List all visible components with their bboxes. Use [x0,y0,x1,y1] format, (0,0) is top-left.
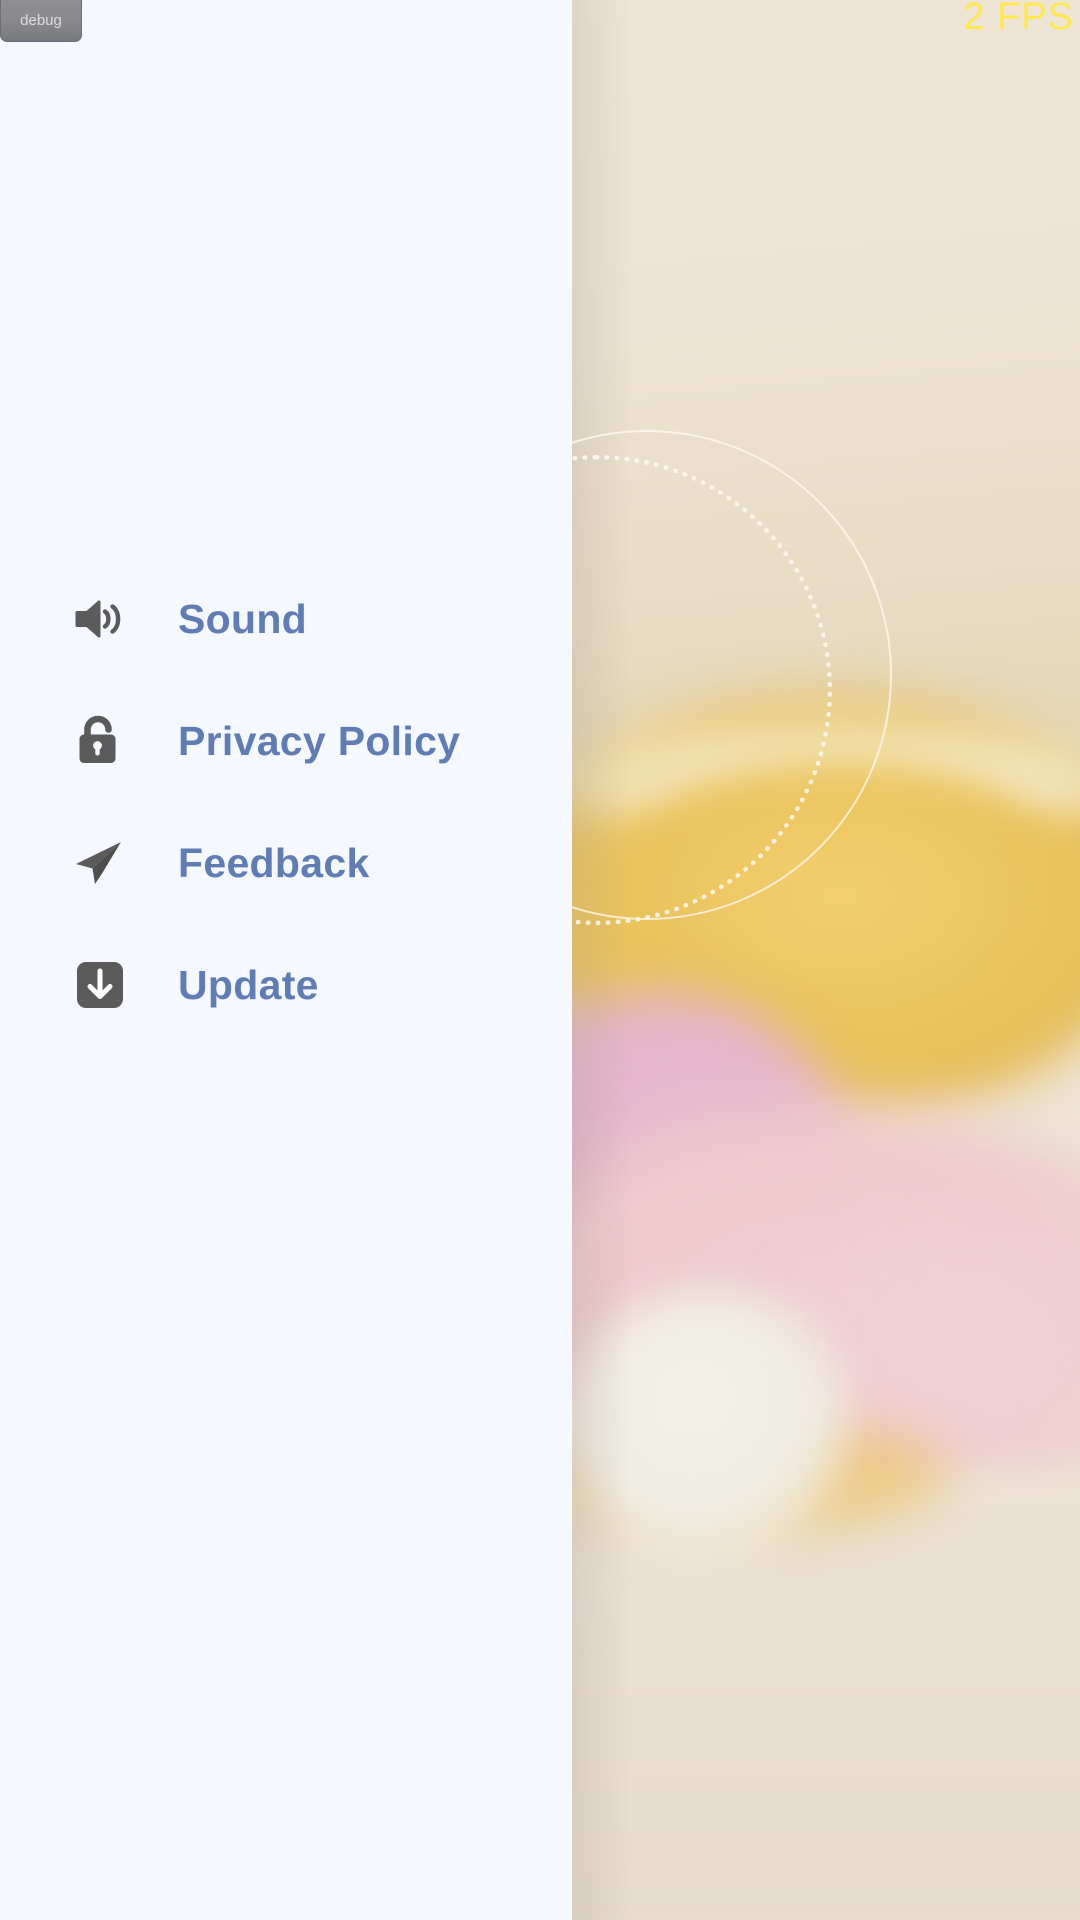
menu-item-label: Update [178,961,319,1008]
download-arrow-icon [72,957,128,1013]
background-edge-shadow [572,0,632,1920]
menu-item-label: Feedback [178,839,370,886]
settings-panel: debug Sound Privacy Policy Feedback Upda… [0,0,572,1920]
settings-menu: Sound Privacy Policy Feedback Update [0,558,572,1046]
fps-counter: 2 FPS [963,0,1074,38]
menu-item-update[interactable]: Update [0,924,572,1046]
debug-button[interactable]: debug [0,0,82,42]
game-background: 2 FPS $ 460 [572,0,1080,1920]
app-stage: 2 FPS $ 460 debug [0,0,1080,1920]
menu-item-label: Sound [178,595,308,642]
paper-plane-send-icon [72,835,128,891]
unlocked-padlock-icon [72,713,128,769]
menu-item-sound[interactable]: Sound [0,558,572,680]
menu-item-feedback[interactable]: Feedback [0,802,572,924]
menu-item-label: Privacy Policy [178,717,461,764]
menu-item-privacy-policy[interactable]: Privacy Policy [0,680,572,802]
speaker-volume-icon [72,591,128,647]
